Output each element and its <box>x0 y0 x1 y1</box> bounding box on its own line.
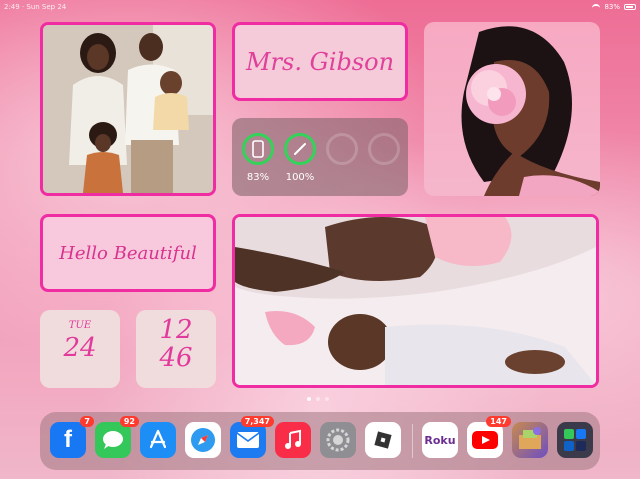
youtube-app[interactable]: 147 <box>467 416 511 458</box>
app-library-folder[interactable] <box>557 422 593 458</box>
app-store-app[interactable] <box>140 422 176 458</box>
youtube-icon <box>472 431 498 449</box>
portrait-widget[interactable] <box>424 22 600 196</box>
mail-app[interactable]: 7,347 <box>230 416 274 458</box>
battery-percent: 83% <box>604 3 620 11</box>
page-dot <box>316 397 320 401</box>
facebook-app[interactable]: f 7 <box>50 416 94 458</box>
game-app[interactable] <box>512 422 548 458</box>
date-widget[interactable]: TUE 24 <box>40 310 120 388</box>
portrait-illustration <box>461 26 600 196</box>
game-icon <box>519 427 541 449</box>
clock-hour: 12 <box>159 315 193 345</box>
roblox-app[interactable] <box>365 422 401 458</box>
hello-beautiful-widget[interactable]: Hello Beautiful <box>40 214 216 292</box>
name-card-text: Mrs. Gibson <box>245 47 395 76</box>
wifi-icon <box>592 4 601 10</box>
youtube-badge: 147 <box>486 416 511 427</box>
mail-badge: 7,347 <box>240 416 274 427</box>
date-weekday: TUE <box>68 320 92 331</box>
roku-app[interactable]: Roku <box>422 422 458 458</box>
mail-icon <box>236 432 260 448</box>
ipad-battery-percent: 83% <box>246 172 270 183</box>
page-indicator[interactable] <box>307 397 329 401</box>
ipad-icon <box>252 140 264 158</box>
babies-photo-widget[interactable] <box>232 214 599 388</box>
page-dot <box>307 397 311 401</box>
ipad-battery-ring <box>242 133 274 165</box>
gear-icon <box>326 428 350 452</box>
messages-icon <box>103 431 123 449</box>
app-library-icon <box>564 429 586 451</box>
facebook-badge: 7 <box>80 416 94 427</box>
music-app[interactable] <box>275 422 311 458</box>
safari-icon <box>191 428 215 452</box>
name-card-widget[interactable]: Mrs. Gibson <box>232 22 408 101</box>
page-dot <box>325 397 329 401</box>
battery-icon <box>624 4 636 10</box>
settings-app[interactable] <box>320 422 356 458</box>
family-photo-widget[interactable] <box>40 22 216 196</box>
empty-battery-ring <box>368 133 400 165</box>
app-store-icon <box>149 429 167 449</box>
clock-widget[interactable]: 12 46 <box>136 310 216 388</box>
music-note-icon <box>285 429 301 449</box>
hello-beautiful-text: Hello Beautiful <box>59 242 197 264</box>
status-bar: 2:49 · Sun Sep 24 83% <box>0 0 640 14</box>
family-photo <box>43 25 213 193</box>
date-day: 24 <box>63 333 97 363</box>
roblox-icon <box>374 431 392 449</box>
dock: f 7 92 7,347 Roku 147 <box>40 412 600 470</box>
messages-app[interactable]: 92 <box>95 416 139 458</box>
status-time: 2:49 · Sun Sep 24 <box>4 3 67 11</box>
clock-minute: 46 <box>159 343 193 373</box>
pencil-battery-percent: 100% <box>285 172 315 183</box>
dock-divider <box>412 424 413 458</box>
messages-badge: 92 <box>119 416 139 427</box>
safari-app[interactable] <box>185 422 221 458</box>
facebook-icon: f <box>64 426 72 453</box>
pencil-battery-ring <box>284 133 316 165</box>
babies-photo <box>235 217 596 385</box>
roku-logo: Roku <box>424 433 456 447</box>
pencil-icon <box>294 143 306 155</box>
battery-widget[interactable]: 83% 100% <box>232 118 408 196</box>
empty-battery-ring <box>326 133 358 165</box>
